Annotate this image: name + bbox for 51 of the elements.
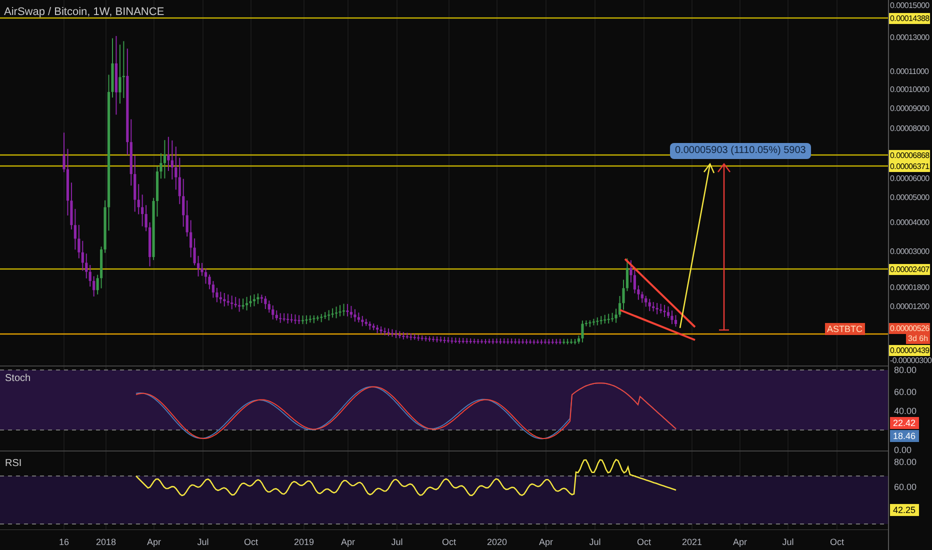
price-level-label: 0.00014388	[889, 13, 930, 24]
countdown-label: 3d 6h	[906, 334, 930, 344]
time-axis-label: Apr	[539, 537, 553, 547]
time-axis-label: 16	[59, 537, 69, 547]
price-tick-label: 0.00006000	[890, 174, 930, 183]
time-axis-label: Jul	[197, 537, 209, 547]
stoch-tick-label: 40.00	[894, 406, 917, 416]
time-axis-label: Apr	[147, 537, 161, 547]
time-axis-label: Oct	[244, 537, 258, 547]
pane-title: Stoch	[5, 372, 31, 386]
time-axis-label: Jul	[782, 537, 794, 547]
price-level-label: 0.00006371	[889, 161, 930, 172]
time-axis-label: 2020	[486, 537, 508, 547]
symbol-label: ASTBTC	[825, 323, 865, 335]
price-tick-label: 0.00015000	[890, 1, 930, 10]
price-tick-label: 0.00001800	[890, 283, 930, 292]
price-tick-label: 0.00009000	[890, 104, 930, 113]
time-axis-label: 2021	[682, 537, 702, 547]
time-axis-label: Jul	[391, 537, 403, 547]
time-axis-label: Oct	[442, 537, 456, 547]
price-tick-label: 0.00004000	[890, 218, 930, 227]
time-axis-label: 2018	[96, 537, 116, 547]
price-tick-label: 0.00005000	[890, 193, 930, 202]
price-tick-label: 0.00008000	[890, 124, 930, 133]
price-tick-label: -0.00000300	[890, 356, 932, 365]
time-axis-label: Oct	[637, 537, 651, 547]
rsi-tick-label: 80.00	[894, 457, 917, 467]
price-level-label: 0.00006868	[889, 150, 930, 161]
time-axis-label: Apr	[341, 537, 355, 547]
time-axis-label: 2019	[294, 537, 314, 547]
pane-title: RSI	[5, 457, 22, 471]
time-axis-label: Oct	[830, 537, 844, 547]
price-tick-label: 0.00011000	[890, 67, 929, 76]
stoch-value-label: 22.42	[890, 417, 919, 429]
last-price-label: 0.00000526	[889, 323, 930, 334]
time-axis-label: Jul	[589, 537, 601, 547]
stoch-tick-label: 80.00	[894, 365, 917, 375]
stoch-tick-label: 0.00	[894, 445, 912, 455]
stoch-tick-label: 60.00	[894, 387, 917, 397]
price-level-label: 0.00002407	[889, 264, 930, 275]
price-tick-label: 0.00003000	[890, 247, 930, 256]
stoch-value-label: 18.46	[890, 430, 919, 442]
rsi-tick-label: 60.00	[894, 482, 917, 492]
price-level-label: 0.00000439	[889, 345, 930, 356]
rsi-value-label: 42.25	[890, 504, 919, 516]
time-axis-label: Apr	[733, 537, 747, 547]
price-tick-label: 0.00010000	[890, 85, 930, 94]
price-tick-label: 0.00001200	[890, 302, 930, 311]
chart-title: AirSwap / Bitcoin, 1W, BINANCE	[4, 5, 164, 20]
price-tick-label: 0.00013000	[890, 33, 930, 42]
measure-label: 0.00005903 (1110.05%) 5903	[670, 143, 811, 159]
